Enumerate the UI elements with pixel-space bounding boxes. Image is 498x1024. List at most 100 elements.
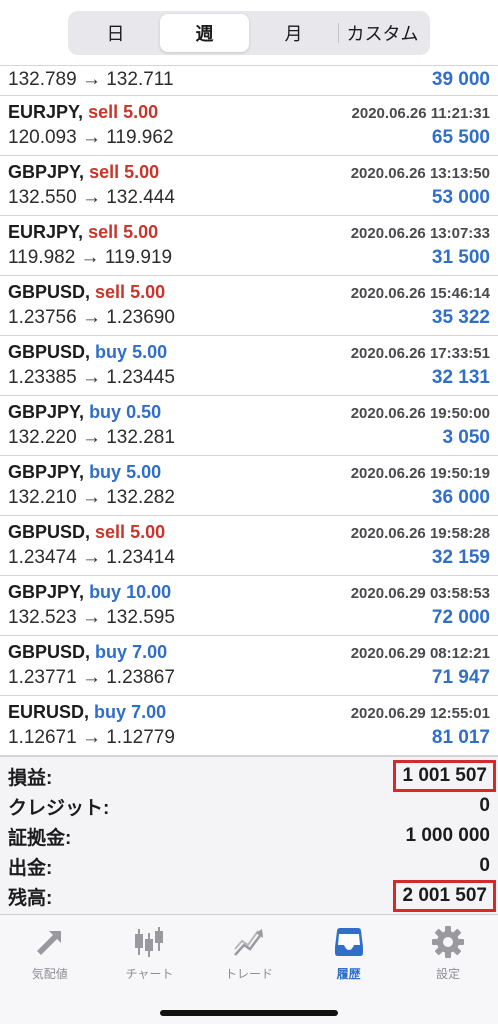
deal-row[interactable]: GBPJPY, buy 5.00 2020.06.26 19:50:19 132… bbox=[0, 456, 498, 516]
period-week-button[interactable]: 週 bbox=[160, 13, 249, 52]
home-indicator-area bbox=[0, 990, 498, 1024]
deal-row[interactable]: EURUSD, buy 7.00 2020.06.29 12:55:01 1.1… bbox=[0, 696, 498, 756]
deal-symbol-line: EURJPY, sell 5.00 bbox=[8, 222, 158, 243]
deal-profit: 39 000 bbox=[431, 69, 490, 90]
deal-prices: 1.23756 → 1.23690 bbox=[8, 307, 175, 328]
deal-row[interactable]: GBPUSD, buy 7.00 2020.06.29 08:12:21 1.2… bbox=[0, 636, 498, 696]
tab-history[interactable]: 履歴 bbox=[299, 915, 399, 990]
tab-quotes[interactable]: 気配値 bbox=[0, 915, 100, 990]
tab-chart[interactable]: チャート bbox=[100, 915, 200, 990]
deal-symbol-line: EURJPY, sell 5.00 bbox=[8, 102, 158, 123]
period-day-button[interactable]: 日 bbox=[71, 14, 160, 52]
deal-row[interactable]: GBPUSD, sell 5.00 2020.06.26 19:58:28 1.… bbox=[0, 516, 498, 576]
deal-prices: 1.23385 → 1.23445 bbox=[8, 367, 175, 388]
deal-prices: 132.210 → 132.282 bbox=[8, 487, 175, 508]
deal-row[interactable]: GBPJPY, sell 5.00 2020.06.26 13:13:50 13… bbox=[0, 156, 498, 216]
deal-row[interactable]: EURJPY, sell 5.00 2020.06.26 11:21:31 12… bbox=[0, 96, 498, 156]
deal-profit: 32 131 bbox=[431, 367, 490, 388]
summary-margin-label: 証拠金: bbox=[8, 827, 72, 849]
deal-prices: 132.523 → 132.595 bbox=[8, 607, 175, 628]
deal-side: buy 7.00 bbox=[94, 702, 166, 722]
period-segmented-control: 日 週 月 カスタム bbox=[68, 10, 430, 55]
deal-row[interactable]: GBPUSD, buy 5.00 2020.06.26 17:33:51 1.2… bbox=[0, 336, 498, 396]
deal-side-text: buy bbox=[94, 702, 127, 722]
deal-symbol: EURUSD, bbox=[8, 702, 90, 722]
deal-side: sell 5.00 bbox=[88, 102, 158, 122]
account-summary: 損益: 1 001 507 クレジット: 0 証拠金: 1 000 000 出金… bbox=[0, 756, 498, 918]
period-selector-bar: 日 週 月 カスタム bbox=[0, 0, 498, 66]
candlestick-chart-icon bbox=[135, 927, 164, 957]
deal-symbol: GBPJPY, bbox=[8, 402, 85, 422]
tab-quotes-label: 気配値 bbox=[31, 967, 68, 981]
deal-symbol: GBPUSD, bbox=[8, 522, 91, 542]
deal-side: buy 5.00 bbox=[95, 342, 167, 362]
deal-time: 2020.06.26 15:46:14 bbox=[350, 285, 490, 302]
deal-symbol-line: GBPUSD, buy 5.00 bbox=[8, 342, 167, 363]
deal-prices: 1.23474 → 1.23414 bbox=[8, 547, 175, 568]
deal-symbol: GBPUSD, bbox=[8, 642, 91, 662]
deal-time: 2020.06.26 11:21:31 bbox=[351, 105, 490, 122]
tab-chart-label: チャート bbox=[125, 967, 174, 981]
deal-row-partial[interactable]: 132.789 → 132.711 39 000 bbox=[0, 66, 498, 96]
deal-row[interactable]: GBPJPY, buy 0.50 2020.06.26 19:50:00 132… bbox=[0, 396, 498, 456]
deal-row[interactable]: GBPJPY, buy 10.00 2020.06.29 03:58:53 13… bbox=[0, 576, 498, 636]
deal-side-text: sell bbox=[95, 522, 126, 542]
bottom-tab-bar: 気配値 チャート トレード 履歴 設定 bbox=[0, 914, 498, 990]
summary-credit-label: クレジット: bbox=[8, 797, 110, 819]
deal-row[interactable]: GBPUSD, sell 5.00 2020.06.26 15:46:14 1.… bbox=[0, 276, 498, 336]
deal-row[interactable]: EURJPY, sell 5.00 2020.06.26 13:07:33 11… bbox=[0, 216, 498, 276]
deal-side-text: buy bbox=[95, 642, 128, 662]
period-custom-button[interactable]: カスタム bbox=[338, 14, 427, 52]
deal-side: sell 5.00 bbox=[88, 222, 158, 242]
deal-symbol: GBPJPY, bbox=[8, 462, 85, 482]
deal-side-text: sell bbox=[88, 102, 119, 122]
deal-profit: 35 322 bbox=[431, 307, 490, 328]
deal-prices: 1.12671 → 1.12779 bbox=[8, 727, 175, 748]
deal-symbol-line: GBPJPY, buy 5.00 bbox=[8, 462, 161, 483]
home-indicator[interactable] bbox=[160, 1010, 338, 1016]
deal-time: 2020.06.29 03:58:53 bbox=[350, 585, 490, 602]
deal-prices: 119.982 → 119.919 bbox=[8, 247, 173, 268]
deal-time: 2020.06.26 19:50:00 bbox=[350, 405, 490, 422]
deal-volume: 5.00 bbox=[124, 162, 160, 182]
deal-side-text: sell bbox=[88, 222, 119, 242]
tab-trade-label: トレード bbox=[224, 967, 273, 981]
deal-volume: 7.00 bbox=[132, 642, 168, 662]
deal-volume: 7.00 bbox=[131, 702, 167, 722]
summary-margin-value: 1 000 000 bbox=[405, 825, 490, 846]
deal-prices: 132.550 → 132.444 bbox=[8, 187, 175, 208]
deal-side: sell 5.00 bbox=[89, 162, 159, 182]
deal-profit: 72 000 bbox=[431, 607, 490, 628]
tab-trade[interactable]: トレード bbox=[199, 915, 299, 990]
deal-symbol-line: EURUSD, buy 7.00 bbox=[8, 702, 166, 723]
deal-time: 2020.06.26 19:58:28 bbox=[350, 525, 490, 542]
deal-prices: 120.093 → 119.962 bbox=[8, 127, 174, 148]
deal-side: buy 5.00 bbox=[89, 462, 161, 482]
deal-profit: 31 500 bbox=[431, 247, 490, 268]
deal-side-text: sell bbox=[89, 162, 120, 182]
deal-profit: 53 000 bbox=[431, 187, 490, 208]
deal-profit: 3 050 bbox=[442, 427, 490, 448]
deal-side: sell 5.00 bbox=[95, 522, 165, 542]
summary-profit-value: 1 001 507 bbox=[393, 760, 496, 792]
deal-symbol-line: GBPJPY, buy 0.50 bbox=[8, 402, 161, 423]
deal-time: 2020.06.26 13:13:50 bbox=[350, 165, 490, 182]
deal-volume: 5.00 bbox=[123, 102, 159, 122]
deal-symbol: GBPUSD, bbox=[8, 282, 91, 302]
summary-withdraw-value: 0 bbox=[479, 855, 490, 876]
tab-settings-label: 設定 bbox=[436, 967, 461, 981]
summary-balance-value: 2 001 507 bbox=[393, 880, 496, 912]
deal-side: sell 5.00 bbox=[95, 282, 165, 302]
deal-side-text: sell bbox=[95, 282, 126, 302]
summary-profit-label: 損益: bbox=[8, 767, 53, 789]
period-month-button[interactable]: 月 bbox=[249, 14, 338, 52]
summary-balance-label: 残高: bbox=[8, 887, 53, 909]
summary-withdraw-row: 出金: 0 bbox=[8, 851, 490, 881]
tab-settings[interactable]: 設定 bbox=[398, 915, 498, 990]
deal-side: buy 10.00 bbox=[89, 582, 171, 602]
history-inbox-icon bbox=[334, 928, 363, 956]
deal-side-text: buy bbox=[89, 582, 122, 602]
deal-profit: 32 159 bbox=[431, 547, 490, 568]
deal-symbol: GBPJPY, bbox=[8, 162, 85, 182]
summary-balance-row: 残高: 2 001 507 bbox=[8, 880, 496, 912]
